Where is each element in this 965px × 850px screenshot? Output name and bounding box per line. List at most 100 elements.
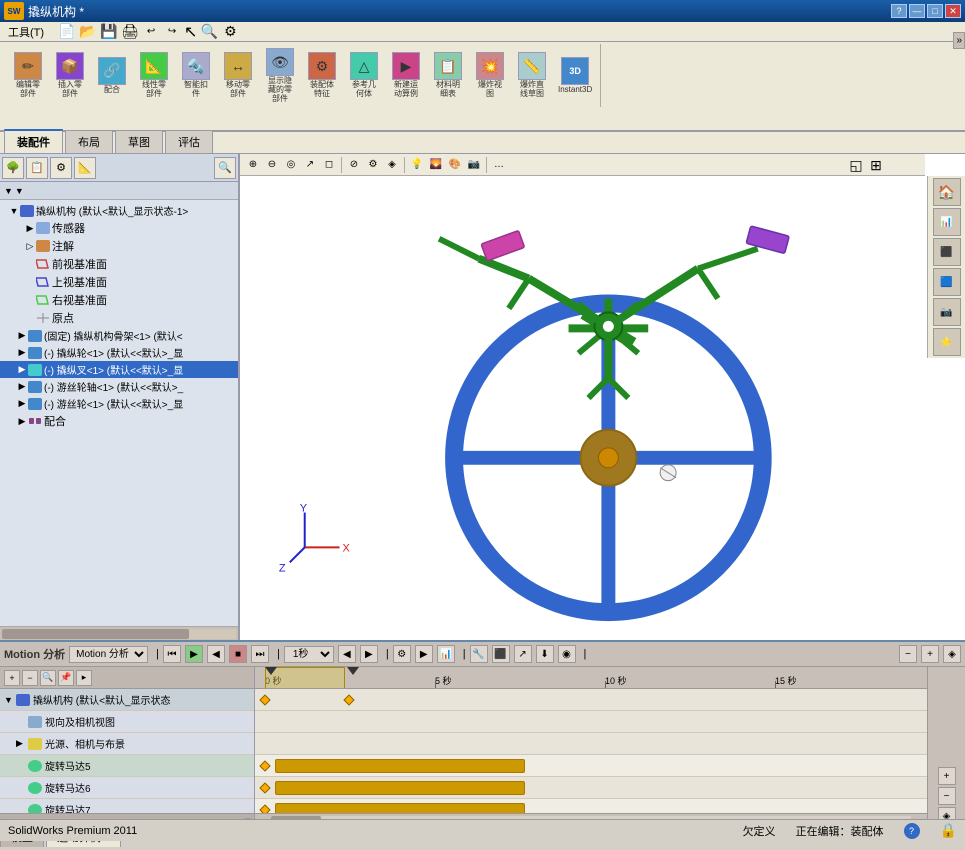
tree-root-expand[interactable]: ▼ xyxy=(8,206,20,216)
tree-fork[interactable]: ▶ (-) 撬纵叉<1> (默认<<默认>_显 xyxy=(0,361,238,378)
view-orient-btn[interactable]: ◻ xyxy=(320,156,338,174)
motion-tree-lights[interactable]: ▶ 光源、相机与布景 xyxy=(0,733,254,755)
tree-front-plane[interactable]: 前视基准面 xyxy=(0,255,238,273)
property-manager-btn[interactable]: 📋 xyxy=(26,157,48,179)
motion-results-btn[interactable]: 📊 xyxy=(437,645,455,663)
toolbar-expand[interactable]: » xyxy=(953,32,965,49)
view-split-btn[interactable]: ⊞ xyxy=(867,156,885,174)
tree-root[interactable]: ▼ 撬纵机构 (默认<默认_显示状态-1> xyxy=(0,202,238,219)
time-up-btn[interactable]: ▶ xyxy=(360,645,378,663)
tree-top-plane[interactable]: 上视基准面 xyxy=(0,273,238,291)
motion-expand-btn[interactable]: + xyxy=(4,670,20,686)
motion-stop-btn[interactable]: ■ xyxy=(229,645,247,663)
quick-print[interactable]: 🖨 xyxy=(121,23,139,41)
timeline-bar-motor6[interactable] xyxy=(275,781,525,795)
section-cut-btn[interactable]: 🟦 xyxy=(933,268,961,296)
toolbar-explode[interactable]: 💥 爆炸视图 xyxy=(470,50,510,101)
motion-spring-btn[interactable]: 🔧 xyxy=(470,645,488,663)
tl-zoom-in-btn[interactable]: + xyxy=(938,767,956,785)
motion-tree-motor7[interactable]: 旋转马达7 xyxy=(0,799,254,813)
zoom-area-btn[interactable]: ↗ xyxy=(301,156,319,174)
motion-gravity-btn[interactable]: ⬇ xyxy=(536,645,554,663)
display-style-btn[interactable]: ⬛ xyxy=(933,238,961,266)
quick-new[interactable]: 📄 xyxy=(58,23,76,41)
lock-icon[interactable]: 🔒 xyxy=(940,822,957,839)
motion-calc-btn[interactable]: ▶ xyxy=(415,645,433,663)
help-icon[interactable]: ? xyxy=(904,823,920,839)
search-tree-btn[interactable]: 🔍 xyxy=(214,157,236,179)
tree-sensor[interactable]: ▶ 传感器 xyxy=(0,219,238,237)
tree-origin[interactable]: 原点 xyxy=(0,309,238,327)
toolbar-instant3d[interactable]: 3D Instant3D xyxy=(554,55,596,97)
tree-skeleton[interactable]: ▶ (固定) 撬纵机构骨架<1> (默认< xyxy=(0,327,238,344)
tree-wheel-expand[interactable]: ▶ xyxy=(16,347,28,358)
lighting-btn[interactable]: 💡 xyxy=(408,156,426,174)
tree-sensor-expand[interactable]: ▶ xyxy=(24,223,36,234)
motion-tree-camera[interactable]: 视向及相机视图 xyxy=(0,711,254,733)
dim-expert-btn[interactable]: 📐 xyxy=(74,157,96,179)
motion-forward-btn[interactable]: ⏭ xyxy=(251,645,269,663)
tree-right-plane[interactable]: 右视基准面 xyxy=(0,291,238,309)
motion-zoom-plus-btn[interactable]: + xyxy=(921,645,939,663)
toolbar-bom[interactable]: 📋 材料明细表 xyxy=(428,50,468,101)
maximize-button[interactable]: □ xyxy=(927,4,943,18)
scene-btn[interactable]: 🌄 xyxy=(427,156,445,174)
undo-btn[interactable]: ↩ xyxy=(142,23,160,41)
tree-annotations-expand[interactable]: ▷ xyxy=(24,241,36,252)
time-selector[interactable]: 1秒 5秒 xyxy=(284,646,334,663)
timeline-bar-motor5[interactable] xyxy=(275,759,525,773)
tree-annotations[interactable]: ▷ 注解 xyxy=(0,237,238,255)
rt-preview-btn[interactable]: 📷 xyxy=(465,156,483,174)
toolbar-move-part[interactable]: ↔ 移动零部件 xyxy=(218,50,258,101)
toolbar-edit-part[interactable]: ✏ 编辑零部件 xyxy=(8,50,48,101)
time-down-btn[interactable]: ◀ xyxy=(338,645,356,663)
motion-play-reverse-btn[interactable]: ◀ xyxy=(207,645,225,663)
motion-collapse-btn[interactable]: − xyxy=(22,670,38,686)
help-button[interactable]: ? xyxy=(891,4,907,18)
toolbar-linear[interactable]: 📐 线性零部件 xyxy=(134,50,174,101)
motion-force-btn[interactable]: ↗ xyxy=(514,645,532,663)
tree-hairspring-expand[interactable]: ▶ xyxy=(16,398,28,409)
tree-balance-expand[interactable]: ▶ xyxy=(16,381,28,392)
toolbar-assy-feature[interactable]: ⚙ 装配体特征 xyxy=(302,50,342,101)
toolbar-insert-part[interactable]: 📦 插入零部件 xyxy=(50,50,90,101)
zoom-out-btn[interactable]: ⊖ xyxy=(263,156,281,174)
quick-save[interactable]: 💾 xyxy=(100,23,118,41)
tab-layout[interactable]: 布局 xyxy=(65,130,113,153)
search-btn[interactable]: 🔍 xyxy=(200,23,218,41)
config-manager-btn[interactable]: ⚙ xyxy=(50,157,72,179)
zoom-sheet-btn[interactable]: 📊 xyxy=(933,208,961,236)
toolbar-show-hide[interactable]: 👁 显示隐藏的零部件 xyxy=(260,46,300,105)
zoom-fit-btn[interactable]: ◎ xyxy=(282,156,300,174)
options-btn[interactable]: ⚙ xyxy=(221,23,239,41)
redo-btn[interactable]: ↪ xyxy=(163,23,181,41)
time-selection[interactable] xyxy=(265,667,345,689)
appearance-btn[interactable]: 🎨 xyxy=(446,156,464,174)
quick-open[interactable]: 📂 xyxy=(79,23,97,41)
minimize-button[interactable]: — xyxy=(909,4,925,18)
view-settings-btn[interactable]: ⚙ xyxy=(364,156,382,174)
timeline-bar-motor7[interactable] xyxy=(275,803,525,813)
toolbar-mate[interactable]: 🔗 配合 xyxy=(92,55,132,97)
view-toggle-btn[interactable]: ◱ xyxy=(847,156,865,174)
section-view-btn[interactable]: ⊘ xyxy=(345,156,363,174)
tree-skeleton-expand[interactable]: ▶ xyxy=(16,330,28,341)
motion-rewind-btn[interactable]: ⏮ xyxy=(163,645,181,663)
motion-play-btn[interactable]: ▶ xyxy=(185,645,203,663)
toolbar-smart-fastener[interactable]: 🔩 智能扣件 xyxy=(176,50,216,101)
tab-sketch[interactable]: 草图 xyxy=(115,130,163,153)
motion-tree-motor6[interactable]: 旋转马达6 xyxy=(0,777,254,799)
feature-manager-btn[interactable]: 🌳 xyxy=(2,157,24,179)
motion-contact-btn[interactable]: ◉ xyxy=(558,645,576,663)
camera-btn[interactable]: 📷 xyxy=(933,298,961,326)
realview-btn[interactable]: ⭐ xyxy=(933,328,961,356)
left-panel-scrollbar-h[interactable] xyxy=(0,626,238,640)
motion-pin-btn[interactable]: 📌 xyxy=(58,670,74,686)
motion-damper-btn[interactable]: ⬛ xyxy=(492,645,510,663)
tl-zoom-out-btn[interactable]: − xyxy=(938,787,956,805)
motion-type-dropdown[interactable]: Motion 分析 xyxy=(69,646,148,663)
menu-tools[interactable]: 工具(T) xyxy=(2,22,50,42)
motion-settings-btn[interactable]: ⚙ xyxy=(393,645,411,663)
tree-mates-expand[interactable]: ▶ xyxy=(16,416,28,427)
toolbar-new-motion[interactable]: ▶ 新建运动算例 xyxy=(386,50,426,101)
